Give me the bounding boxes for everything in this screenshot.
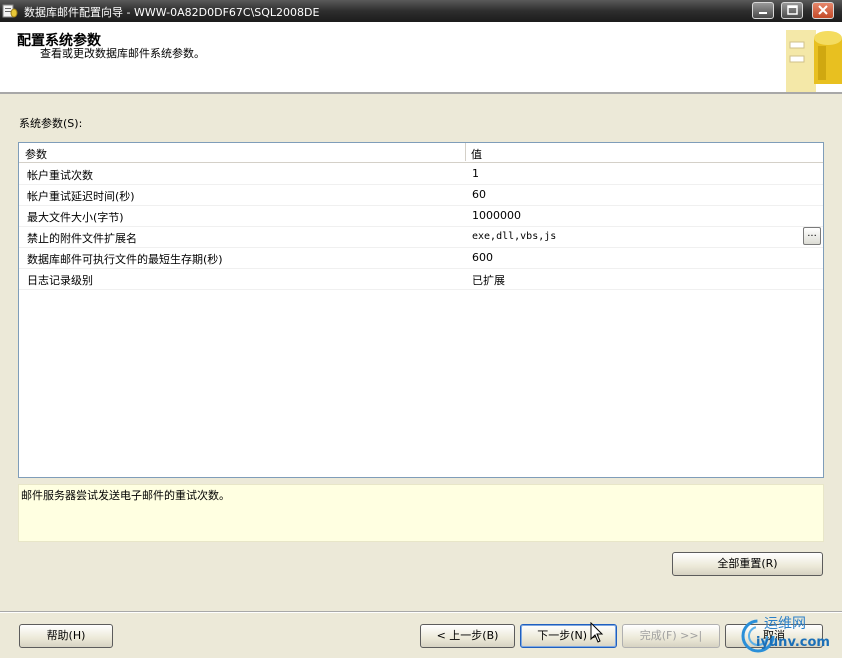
window-title: 数据库邮件配置向导 - WWW-0A82D0DF67C\SQL2008DE bbox=[24, 6, 320, 19]
title-bar: 数据库邮件配置向导 - WWW-0A82D0DF67C\SQL2008DE bbox=[0, 0, 842, 22]
maximize-button[interactable] bbox=[781, 2, 803, 19]
close-button[interactable] bbox=[812, 2, 834, 19]
finish-button: 完成(F) >>| bbox=[622, 624, 720, 648]
system-parameters-grid[interactable]: 参数 值 帐户重试次数 1 帐户重试延迟时间(秒) 60 最大文件大小(字节) … bbox=[18, 142, 824, 478]
grid-row-prohibited-extensions[interactable]: 禁止的附件文件扩展名 exe,dll,vbs,js ... bbox=[19, 226, 823, 248]
close-icon bbox=[818, 5, 828, 15]
column-divider[interactable] bbox=[465, 143, 466, 161]
column-header-value[interactable]: 值 bbox=[471, 146, 482, 162]
param-value[interactable]: 60 bbox=[472, 188, 486, 201]
system-parameters-label: 系统参数(S): bbox=[19, 117, 83, 130]
parameter-description-text: 邮件服务器尝试发送电子邮件的重试次数。 bbox=[21, 489, 230, 502]
param-name: 数据库邮件可执行文件的最短生存期(秒) bbox=[27, 253, 223, 266]
wizard-header: 配置系统参数 查看或更改数据库邮件系统参数。 bbox=[0, 22, 842, 94]
mouse-pointer-icon bbox=[590, 622, 604, 643]
back-button[interactable]: < 上一步(B) bbox=[420, 624, 515, 648]
minimize-icon bbox=[759, 12, 767, 14]
help-button[interactable]: 帮助(H) bbox=[19, 624, 113, 648]
param-name: 帐户重试延迟时间(秒) bbox=[27, 190, 135, 203]
column-header-parameter[interactable]: 参数 bbox=[25, 146, 47, 162]
database-cylinder-icon bbox=[786, 30, 842, 92]
grid-row-max-file-size[interactable]: 最大文件大小(字节) 1000000 bbox=[19, 205, 823, 227]
grid-row-executable-min-lifetime[interactable]: 数据库邮件可执行文件的最短生存期(秒) 600 bbox=[19, 247, 823, 269]
watermark-text: 运维网 bbox=[764, 616, 806, 632]
edit-extensions-button[interactable]: ... bbox=[803, 227, 821, 245]
param-value[interactable]: 已扩展 bbox=[472, 272, 505, 288]
param-name: 帐户重试次数 bbox=[27, 169, 93, 182]
param-name: 最大文件大小(字节) bbox=[27, 211, 124, 224]
reset-all-button[interactable]: 全部重置(R) bbox=[672, 552, 823, 576]
param-name: 日志记录级别 bbox=[27, 274, 93, 287]
param-name: 禁止的附件文件扩展名 bbox=[27, 232, 137, 245]
param-value[interactable]: exe,dll,vbs,js bbox=[472, 231, 556, 242]
watermark-url: iyunv.com bbox=[756, 635, 830, 650]
grid-header: 参数 值 bbox=[19, 143, 823, 163]
grid-row-logging-level[interactable]: 日志记录级别 已扩展 bbox=[19, 268, 823, 290]
param-value[interactable]: 1000000 bbox=[472, 209, 521, 222]
param-value[interactable]: 600 bbox=[472, 251, 493, 264]
footer-divider bbox=[0, 611, 842, 613]
maximize-icon bbox=[787, 5, 798, 15]
minimize-button[interactable] bbox=[752, 2, 774, 19]
page-subtitle: 查看或更改数据库邮件系统参数。 bbox=[40, 47, 205, 60]
parameter-description-panel: 邮件服务器尝试发送电子邮件的重试次数。 bbox=[18, 484, 824, 542]
database-mail-icon bbox=[2, 4, 18, 18]
param-value[interactable]: 1 bbox=[472, 167, 479, 180]
grid-row-account-retry-delay[interactable]: 帐户重试延迟时间(秒) 60 bbox=[19, 184, 823, 206]
grid-row-account-retry-attempts[interactable]: 帐户重试次数 1 bbox=[19, 163, 823, 185]
